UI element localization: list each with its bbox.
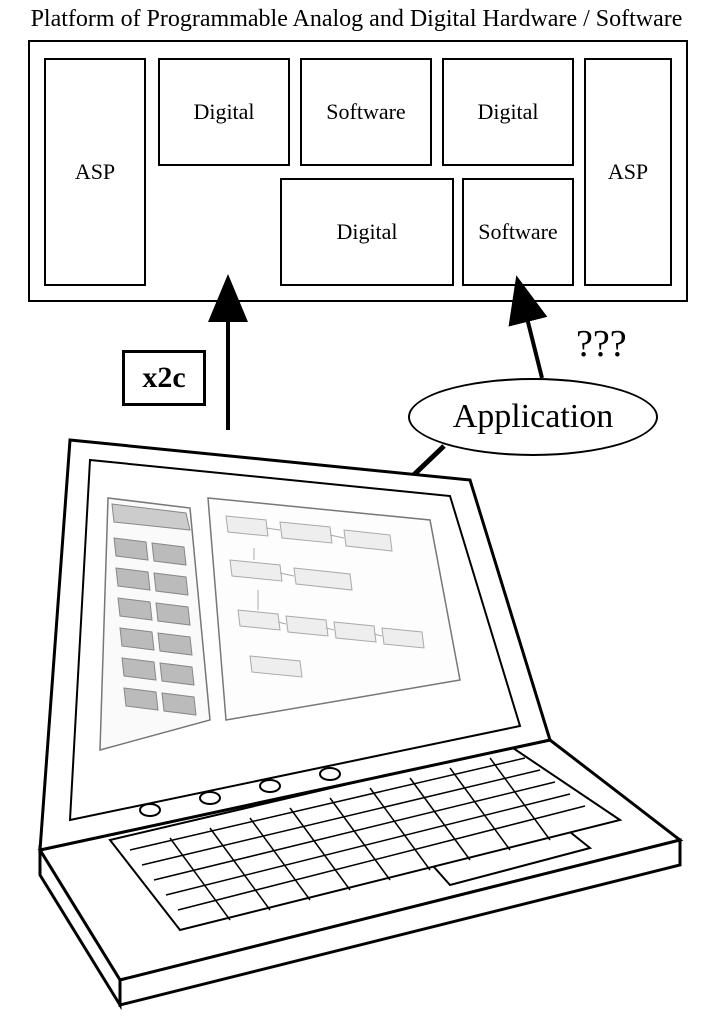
laptop-illustration xyxy=(30,420,690,1020)
screen-right-panel xyxy=(208,498,460,720)
